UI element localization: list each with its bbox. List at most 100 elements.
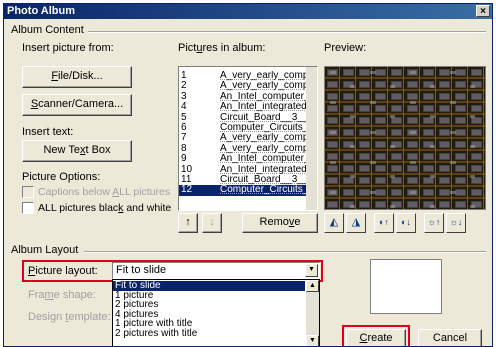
picture-name: An_Intel_computer_c [220, 91, 315, 102]
picture-name: Computer_Circuits__l [220, 122, 316, 133]
new-text-box-button[interactable]: New Text Box [22, 140, 132, 162]
arrow-up-icon: ↑ [185, 216, 191, 228]
picture-name: A_very_early_compu [220, 81, 314, 92]
picture-list-item[interactable]: 11 Circuit_Board__3__l [179, 174, 311, 185]
album-layout-divider [84, 251, 486, 253]
black-white-label-a: ALL pictures blac [38, 202, 119, 214]
rotate-left-icon: ◭ [329, 216, 339, 228]
album-content-heading: Album Content [11, 24, 84, 36]
brightness-up-button[interactable]: ☼↑ [424, 213, 444, 233]
scanner-label: canner/Camera... [38, 98, 124, 110]
picture-list-item[interactable]: 12 Computer_Circuits__l [179, 184, 316, 196]
frame-shape-label-b: e shape: [53, 289, 96, 301]
captions-label-b: LL pictures [119, 186, 171, 198]
captions-label: Captions below ALL pictures [38, 186, 170, 198]
photo-album-dialog: Photo Album × Album Content Insert pictu… [3, 3, 493, 347]
move-up-button[interactable]: ↑ [178, 213, 198, 233]
pictures-label-b: res in album: [202, 42, 266, 54]
design-template-label-b: emplate: [68, 311, 111, 323]
picture-list-item[interactable]: 9 An_Intel_computer_c [179, 153, 315, 165]
dialog-title: Photo Album [7, 5, 76, 17]
pictures-in-album-label: Pictures in album: [178, 42, 265, 54]
file-disk-label: ile/Disk... [58, 70, 103, 82]
picture-name: Circuit_Board__3__l [220, 174, 311, 185]
picture-list-item[interactable]: 5 Circuit_Board__3__l [179, 112, 311, 123]
preview-label: Preview: [324, 42, 367, 54]
picture-layout-value: Fit to slide [116, 264, 167, 276]
pictures-label-a: Pict [178, 42, 197, 54]
dropdown-scrollbar[interactable]: ▲ ▼ [306, 280, 319, 346]
remove-label-a: Remo [259, 216, 289, 228]
scanner-camera-button[interactable]: Scanner/Camera... [22, 94, 132, 116]
arrow-down-icon: ↓ [209, 216, 215, 228]
pictures-listbox[interactable]: 1 A_very_early_compu 2 A_very_early_compu 3 A… [178, 66, 318, 211]
brightness-up-icon: ☼↑ [427, 217, 441, 227]
contrast-up-icon: ◐↑ [379, 217, 389, 227]
layout-preview [370, 259, 442, 314]
picture-layout-dropdown[interactable]: Fit to slide 1 picture 2 pictures 4 picture… [112, 279, 320, 346]
pictures-list: 1 A_very_early_compu 2 A_very_early_compu 3 A… [179, 70, 316, 196]
new-text-box-label-a: New Te [43, 144, 80, 156]
picture-name: A_very_early_compu [220, 143, 314, 154]
brightness-down-button[interactable]: ☼↓ [446, 213, 466, 233]
create-button[interactable]: Create [346, 329, 406, 346]
close-icon[interactable]: × [476, 5, 490, 17]
black-white-label-b: and white [123, 202, 172, 214]
frame-shape-accel: m [44, 289, 54, 301]
remove-label-b: e [294, 216, 301, 228]
picture-name: An_Intel_integrated_ [220, 164, 313, 175]
picture-list-item[interactable]: 10 An_Intel_integrated_ [179, 164, 312, 175]
picture-layout-label-text: icture layout: [35, 265, 98, 277]
pictures-scrollbar[interactable] [306, 67, 317, 210]
black-white-label: ALL pictures black and white [38, 202, 171, 214]
album-content-divider [88, 31, 486, 33]
picture-name: Circuit_Board__3__l [220, 112, 311, 123]
picture-options-label: Picture Options: [22, 171, 101, 183]
cancel-button[interactable]: Cancel [418, 329, 482, 346]
picture-list-item[interactable]: 4 An_Intel_integrated_ [179, 101, 312, 112]
picture-list-item[interactable]: 3 An_Intel_computer_c [179, 91, 315, 102]
contrast-down-button[interactable]: ◐↓ [396, 213, 416, 233]
contrast-down-icon: ◐↓ [401, 217, 411, 227]
rotate-right-icon: ◮ [351, 216, 361, 228]
picture-list-item[interactable]: 1 A_very_early_compu [179, 70, 314, 81]
picture-name: An_Intel_integrated_ [220, 102, 313, 113]
scroll-up-icon[interactable]: ▲ [306, 280, 319, 292]
new-text-box-label-b: t Box [85, 144, 111, 156]
insert-text-label: Insert text: [22, 126, 74, 138]
rotate-right-button[interactable]: ◮ [346, 213, 366, 233]
design-template-label: Design template: [28, 311, 111, 323]
picture-layout-select[interactable]: Fit to slide ▼ [112, 262, 320, 279]
picture-number: 12 [181, 184, 193, 196]
design-template-label-a: Design [28, 311, 66, 323]
picture-name: Computer_Circuits__l [220, 185, 316, 196]
frame-shape-label: Frame shape: [28, 289, 96, 301]
circuit-board-image [325, 67, 485, 209]
scroll-down-icon[interactable]: ▼ [306, 335, 319, 346]
picture-name: An_Intel_computer_c [220, 154, 315, 165]
cancel-label: Cancel [432, 332, 468, 344]
picture-list-item[interactable]: 8 A_very_early_compu [179, 143, 314, 154]
create-label: reate [367, 332, 393, 344]
picture-list-item[interactable]: 2 A_very_early_compu [179, 80, 314, 91]
frame-shape-label-a: Fra [28, 289, 45, 301]
picture-layout-label: Picture layout: [28, 265, 98, 277]
picture-list-item[interactable]: 7 A_very_early_compu [179, 132, 314, 143]
layout-option[interactable]: 2 pictures with title [113, 328, 305, 339]
contrast-up-button[interactable]: ◐↑ [374, 213, 394, 233]
preview-image [324, 66, 486, 210]
picture-number: 9 [181, 153, 187, 165]
picture-name: A_very_early_compu [220, 71, 314, 81]
picture-list-item[interactable]: 6 Computer_Circuits__l [179, 122, 316, 133]
album-layout-heading: Album Layout [11, 244, 79, 256]
move-down-button[interactable]: ↓ [202, 213, 222, 233]
rotate-left-button[interactable]: ◭ [324, 213, 344, 233]
black-white-checkbox[interactable] [22, 202, 34, 214]
remove-button[interactable]: Remove [242, 213, 318, 233]
layout-options-list: Fit to slide 1 picture 2 pictures 4 picture… [113, 281, 305, 338]
picture-name: A_very_early_compu [220, 133, 314, 144]
title-bar[interactable]: Photo Album × [4, 4, 492, 19]
chevron-down-icon[interactable]: ▼ [305, 264, 318, 277]
captions-checkbox[interactable] [22, 186, 34, 198]
file-disk-button[interactable]: File/Disk... [22, 66, 132, 88]
